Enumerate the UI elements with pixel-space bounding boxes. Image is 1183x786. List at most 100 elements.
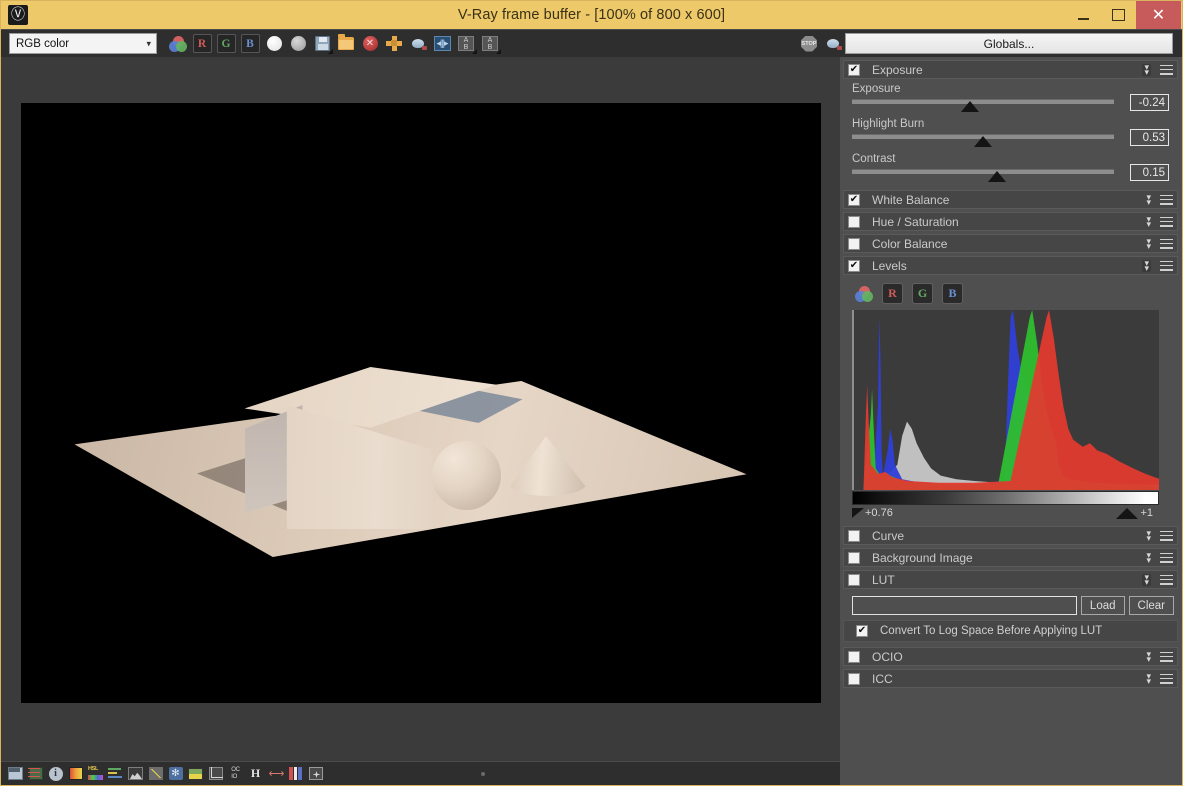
section-header-lut[interactable]: LUT ▾ ▾ [843, 570, 1178, 589]
grid-icon[interactable] [307, 766, 324, 782]
rendered-image[interactable] [20, 103, 821, 703]
section-header-background-image[interactable]: Background Image ▾ ▾ [843, 548, 1178, 567]
menu-icon[interactable] [1160, 64, 1173, 75]
icc-checkbox[interactable] [848, 672, 860, 685]
render-elements-icon[interactable] [27, 766, 44, 782]
hsl-icon[interactable] [87, 766, 104, 782]
render-last-button[interactable] [821, 33, 845, 55]
close-button[interactable]: ✕ [1136, 1, 1181, 29]
histogram-icon[interactable] [127, 766, 144, 782]
hue-saturation-checkbox[interactable] [848, 215, 860, 228]
slider-thumb-exposure[interactable] [961, 101, 979, 112]
levels-green-button[interactable]: G [912, 283, 933, 304]
image-view-icon[interactable] [7, 766, 24, 782]
horizontal-split-icon[interactable]: ⟷ [267, 766, 285, 782]
ocio-checkbox[interactable] [848, 650, 860, 663]
maximize-button[interactable] [1101, 1, 1136, 29]
menu-icon[interactable] [1160, 552, 1173, 563]
slider-value-contrast[interactable]: 0.15 [1130, 164, 1169, 181]
slider-thumb-contrast[interactable] [988, 171, 1006, 182]
section-header-levels[interactable]: ✔ Levels ▾ ▾ [843, 256, 1178, 275]
lut-clear-button[interactable]: Clear [1128, 596, 1174, 615]
clear-image-button[interactable]: ✕ [358, 33, 382, 55]
chevron-collapse-icon[interactable]: ▾ ▾ [1146, 192, 1151, 206]
chevron-collapse-icon[interactable]: ▾ ▾ [1146, 550, 1151, 564]
levels-histogram[interactable] [852, 310, 1159, 490]
globals-button[interactable]: Globals... [845, 33, 1173, 54]
background-image-checkbox[interactable] [848, 551, 860, 564]
chevron-collapse-icon[interactable]: ▾ ▾ [1146, 671, 1151, 685]
section-header-ocio[interactable]: OCIO ▾ ▾ [843, 647, 1178, 666]
lut-checkbox[interactable] [848, 573, 860, 586]
slider-value-exposure[interactable]: -0.24 [1130, 94, 1169, 111]
color-balance-icon[interactable] [107, 766, 124, 782]
levels-blue-button[interactable]: B [942, 283, 963, 304]
pixel-info-icon[interactable]: i [47, 766, 64, 782]
menu-icon[interactable] [1160, 673, 1173, 684]
ab-vertical-button[interactable]: AB [478, 33, 502, 55]
chevron-collapse-icon[interactable]: ▾ ▾ [1146, 214, 1151, 228]
blue-channel-button[interactable]: B [238, 33, 262, 55]
levels-checkbox[interactable]: ✔ [848, 259, 860, 272]
white-balance-checkbox[interactable]: ✔ [848, 193, 860, 206]
curve-icon[interactable] [147, 766, 164, 782]
exposure-checkbox[interactable]: ✔ [848, 63, 860, 76]
rgb-channel-button[interactable] [166, 33, 190, 55]
color-corrections-icon[interactable] [67, 766, 84, 782]
section-header-white-balance[interactable]: ✔ White Balance ▾ ▾ [843, 190, 1178, 209]
menu-icon[interactable] [1160, 260, 1173, 271]
section-header-color-balance[interactable]: Color Balance ▾ ▾ [843, 234, 1178, 253]
chevron-collapse-icon[interactable]: ▾ ▾ [1146, 528, 1151, 542]
slider-track-contrast[interactable] [852, 169, 1114, 174]
color-mode-select[interactable]: RGB color ▾ [9, 33, 157, 54]
chevron-collapse-icon[interactable]: ▾ ▾ [1142, 572, 1151, 586]
levels-white-marker[interactable]: +1 [1116, 507, 1153, 519]
menu-icon[interactable] [1160, 194, 1173, 205]
highlight-icon[interactable]: H [247, 766, 264, 782]
alpha-white-button[interactable] [262, 33, 286, 55]
menu-icon[interactable] [1160, 238, 1173, 249]
vray-frame-buffer-window: Ⓥ V-Ray frame buffer - [100% of 800 x 60… [0, 0, 1183, 786]
slider-thumb-highlight-burn[interactable] [974, 136, 992, 147]
red-channel-button[interactable]: R [190, 33, 214, 55]
section-header-icc[interactable]: ICC ▾ ▾ [843, 669, 1178, 688]
chevron-collapse-icon[interactable]: ▾ ▾ [1142, 258, 1151, 272]
ab-compare-button[interactable]: AB [454, 33, 478, 55]
alpha-grey-button[interactable] [286, 33, 310, 55]
section-header-curve[interactable]: Curve ▾ ▾ [843, 526, 1178, 545]
track-render-button[interactable] [406, 33, 430, 55]
lut-load-button[interactable]: Load [1080, 596, 1125, 615]
levels-rgb-icon[interactable] [855, 285, 873, 302]
slider-track-exposure[interactable] [852, 99, 1114, 104]
green-channel-button[interactable]: G [214, 33, 238, 55]
rgb-bars-icon[interactable] [287, 766, 304, 782]
color-balance-checkbox[interactable] [848, 237, 860, 250]
menu-icon[interactable] [1160, 216, 1173, 227]
chevron-collapse-icon[interactable]: ▾ ▾ [1146, 649, 1151, 663]
background-icon[interactable] [187, 766, 204, 782]
section-header-hue-saturation[interactable]: Hue / Saturation ▾ ▾ [843, 212, 1178, 231]
minimize-button[interactable] [1066, 1, 1101, 29]
save-image-button[interactable] [310, 33, 334, 55]
lut-convert-row[interactable]: ✔ Convert To Log Space Before Applying L… [843, 620, 1178, 642]
section-header-exposure[interactable]: ✔ Exposure ▾ ▾ [843, 60, 1178, 79]
stop-render-button[interactable]: STOP [797, 33, 821, 55]
denoiser-icon[interactable]: ✻ [167, 766, 184, 782]
curve-checkbox[interactable] [848, 529, 860, 542]
menu-icon[interactable] [1160, 651, 1173, 662]
render-viewport[interactable] [1, 57, 840, 761]
levels-black-marker[interactable]: +0.76 [852, 507, 893, 519]
lut-file-input[interactable] [852, 596, 1077, 615]
render-region-button[interactable] [382, 33, 406, 55]
menu-icon[interactable] [1160, 574, 1173, 585]
open-image-button[interactable] [334, 33, 358, 55]
chevron-collapse-icon[interactable]: ▾ ▾ [1146, 236, 1151, 250]
levels-red-button[interactable]: R [882, 283, 903, 304]
menu-icon[interactable] [1160, 530, 1173, 541]
ab-horizontal-button[interactable]: ◂|||▸ [430, 33, 454, 55]
lut-curve-icon[interactable] [207, 766, 224, 782]
slider-value-highlight-burn[interactable]: 0.53 [1130, 129, 1169, 146]
ocio-icon[interactable]: OC IO [227, 766, 244, 782]
chevron-collapse-icon[interactable]: ▾ ▾ [1142, 62, 1151, 76]
lut-convert-checkbox[interactable]: ✔ [856, 625, 868, 637]
